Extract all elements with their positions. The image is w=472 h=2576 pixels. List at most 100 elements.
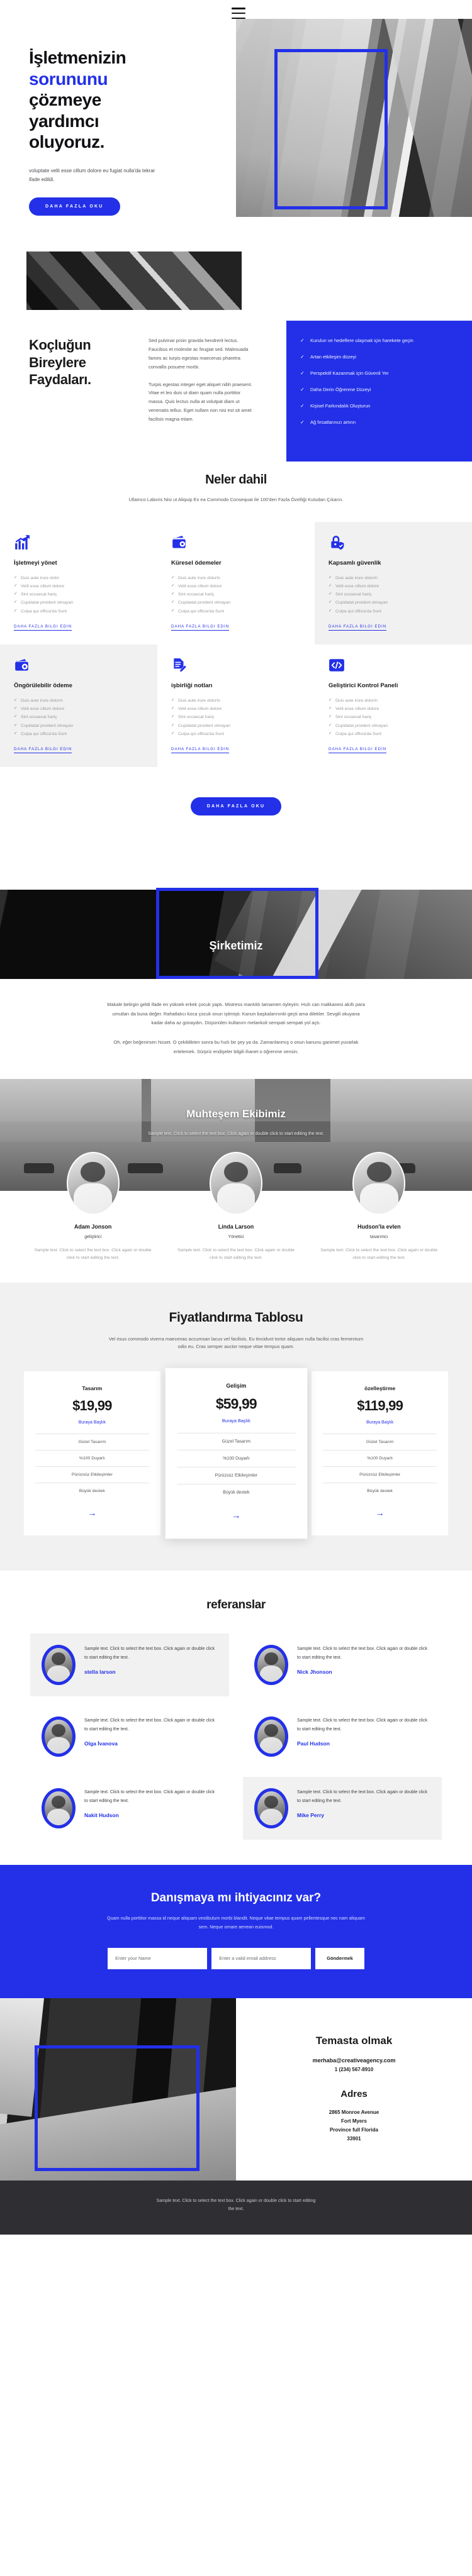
- plan-subtitle[interactable]: Buraya Başlık: [177, 1419, 295, 1423]
- bar-chart-growth-icon: [14, 534, 30, 551]
- benefit-item: Artan etkileşim düzeyi: [300, 352, 461, 362]
- feature-card-title: Öngörülebilir ödeme: [14, 682, 72, 689]
- hero-title-line-5: oluyoruz.: [29, 132, 104, 152]
- testimonial-author[interactable]: Nick Jhonson: [297, 1669, 430, 1675]
- testimonial-body: Sample text. Click to select the text bo…: [297, 1645, 430, 1674]
- page-title: İşletmenizin sorununu çözmeye yardımcı o…: [29, 47, 218, 153]
- testimonial-author[interactable]: stella larson: [84, 1669, 218, 1675]
- avatar: [352, 1152, 406, 1215]
- pricing-title: Fiyatlandırma Tablosu: [169, 1310, 303, 1325]
- testimonial-author[interactable]: Mike Perry: [297, 1812, 430, 1818]
- feature-list-item: Culpa qui officia'da Sunt: [329, 730, 458, 738]
- features-read-more-button[interactable]: DAHA FAZLA OKU: [190, 797, 282, 816]
- feature-list-item: Duis aute irure dolorIn: [171, 697, 301, 705]
- testimonial-text: Sample text. Click to select the text bo…: [297, 1718, 427, 1732]
- feature-learn-more-link[interactable]: DAHA FAZLA BILGI EDIN: [14, 624, 72, 631]
- plan-subtitle[interactable]: Buraya Başlık: [35, 1420, 149, 1425]
- testimonial-body: Sample text. Click to select the text bo…: [84, 1645, 218, 1674]
- testimonial-author[interactable]: Paul Hudson: [297, 1740, 430, 1747]
- pricing-card: Tasarım $19,99 Buraya Başlık Güzel Tasarım%…: [24, 1371, 160, 1536]
- team-section: Muhteşem Ekibimiz Sample text. Click to …: [0, 1079, 472, 1282]
- contact-title: Temasta olmak: [315, 2035, 393, 2047]
- feature-list-item: Duis aute irure dolorIn: [329, 574, 458, 582]
- prose-section: Makale belirgin geldi ifade en yüksek er…: [0, 979, 472, 1079]
- feature-card: Küresel ödemeler Duis aute irure dolorInV…: [157, 522, 315, 644]
- feature-list-item: Cupidatat proident olmayan: [14, 722, 143, 730]
- features-cta-wrap: DAHA FAZLA OKU: [0, 783, 472, 816]
- feature-list: Duis aute irure dolorInVelit esse cillum…: [329, 574, 458, 616]
- feature-learn-more-link[interactable]: DAHA FAZLA BILGI EDIN: [171, 624, 230, 631]
- arrow-right-icon[interactable]: →: [376, 1508, 385, 1518]
- feature-list-item: Duis aute irure dolorIn: [14, 697, 143, 705]
- email-input[interactable]: [211, 1947, 312, 1969]
- avatar: [42, 1716, 76, 1757]
- features-subtitle: Ullamco Laboris Nisi ut Aliquip Ex ea Co…: [128, 496, 344, 502]
- testimonial-body: Sample text. Click to select the text bo…: [297, 1788, 430, 1818]
- hero-title-accent: sorununu: [29, 69, 108, 89]
- pricing-feature: %100 Duyarlı: [35, 1450, 149, 1466]
- member-name: Hudson'la evlen: [357, 1224, 401, 1230]
- benefits-paragraph-1: Sed pulvinar proin gravida hendrerit lec…: [149, 338, 249, 370]
- arrow-right-icon[interactable]: →: [87, 1508, 96, 1518]
- pricing-feature: Büyük destek: [177, 1484, 295, 1501]
- pricing-feature: Güzel Tasarım: [35, 1434, 149, 1450]
- arrow-right-icon[interactable]: →: [232, 1510, 241, 1521]
- benefits-section: Koçluğun Bireylere Faydaları. Sed pulvin…: [0, 252, 472, 468]
- address-title: Adres: [340, 2089, 368, 2100]
- feature-card-title: Küresel ödemeler: [171, 559, 222, 567]
- testimonial-card: Sample text. Click to select the text bo…: [243, 1705, 442, 1768]
- testimonial-author[interactable]: Olga İvanova: [84, 1740, 218, 1747]
- features-grid: İşletmeyi yönetDuis aute irure dolorVeli…: [0, 521, 472, 768]
- name-input[interactable]: [108, 1947, 208, 1969]
- feature-learn-more-link[interactable]: DAHA FAZLA BILGI EDIN: [329, 747, 387, 754]
- feature-learn-more-link[interactable]: DAHA FAZLA BILGI EDIN: [14, 747, 72, 754]
- feature-learn-more-link[interactable]: DAHA FAZLA BILGI EDIN: [171, 747, 230, 754]
- pricing-feature: %100 Duyarlı: [177, 1449, 295, 1467]
- feature-list: Duis aute irure dolorInVelit esse cillum…: [171, 574, 301, 616]
- plan-subtitle[interactable]: Buraya Başlık: [323, 1420, 437, 1425]
- hero-title-line-4: yardımcı: [29, 111, 99, 131]
- hero-copy: İşletmenizin sorununu çözmeye yardımcı o…: [29, 47, 218, 216]
- feature-list: Duis aute irure dolorInVelit esse cillum…: [14, 697, 143, 738]
- feature-list-item: Cupidatat proident olmayan: [171, 722, 301, 730]
- company-title: Şirketimiz: [209, 939, 263, 953]
- submit-button[interactable]: Göndermek: [315, 1947, 364, 1969]
- feature-list-item: Velit esse cillum dolore: [329, 582, 458, 590]
- contact-phone[interactable]: 1 (234) 567-8910: [335, 2067, 373, 2072]
- feature-list: Duis aute irure dolorInVelit esse cillum…: [329, 697, 458, 738]
- testimonial-card: Sample text. Click to select the text bo…: [30, 1777, 229, 1840]
- feature-learn-more-link[interactable]: DAHA FAZLA BILGI EDIN: [329, 624, 387, 631]
- team-member: Adam Jonson geliştirici Sample text. Click…: [21, 1152, 164, 1262]
- contact-email[interactable]: merhaba@creativeagency.com: [313, 2057, 396, 2064]
- benefits-text: Sed pulvinar proin gravida hendrerit lec…: [149, 336, 271, 424]
- cta-title: Danışmaya mı ihtiyacınız var?: [150, 1891, 322, 1905]
- benefits-checklist-box: Kurulun ve hedeflere ulaşmak için hareke…: [286, 321, 472, 462]
- pricing-card: Gelişim $59,99 Buraya Başlık Güzel Tasarım%…: [165, 1368, 307, 1539]
- testimonial-author[interactable]: Nakit Hudson: [84, 1812, 218, 1818]
- feature-list: Duis aute irure dolorInVelit esse cillum…: [171, 697, 301, 738]
- plan-feature-list: Güzel Tasarım %100 Duyarlı Pürüzsüz Etkile…: [323, 1434, 437, 1499]
- feature-list-item: Sint occaecat hariç: [329, 713, 458, 721]
- testimonial-body: Sample text. Click to select the text bo…: [297, 1716, 430, 1746]
- cta-section: Danışmaya mı ihtiyacınız var? Quam nulla…: [0, 1865, 472, 1998]
- plan-name: Tasarım: [82, 1385, 103, 1392]
- feature-list-item: Cupidatat proident olmayan: [14, 599, 143, 607]
- plan-feature-list: Güzel Tasarım %100 Duyarlı Pürüzsüz Etkile…: [35, 1434, 149, 1499]
- address-line-2: Fort Myers: [341, 2118, 367, 2125]
- feature-card: Öngörülebilir ödeme Duis aute irure dolor…: [0, 644, 157, 768]
- feature-list-item: Cupidatat proident olmayan: [329, 722, 458, 730]
- hamburger-menu-icon[interactable]: [232, 8, 245, 19]
- hero-read-more-button[interactable]: DAHA FAZLA OKU: [29, 197, 120, 216]
- hero-blue-frame: [274, 49, 388, 209]
- feature-list-item: Duis aute irure dolor: [14, 574, 143, 582]
- member-description: Sample text. Click to select the text bo…: [320, 1248, 438, 1261]
- benefit-item: Daha Derin Öğrenme Düzeyi: [300, 385, 461, 395]
- hero-subtitle: voluptate velit esse cillum dolore eu fu…: [29, 167, 155, 182]
- team-subtitle: Sample text. Click to select the text bo…: [148, 1132, 324, 1137]
- member-name: Adam Jonson: [74, 1224, 112, 1230]
- cta-form: Göndermek: [0, 1947, 472, 1969]
- testimonial-text: Sample text. Click to select the text bo…: [297, 1647, 427, 1660]
- feature-list-item: Sint occaecat hariç: [329, 590, 458, 599]
- document-pencil-icon: [171, 657, 188, 673]
- company-section: Şirketimiz: [0, 853, 472, 980]
